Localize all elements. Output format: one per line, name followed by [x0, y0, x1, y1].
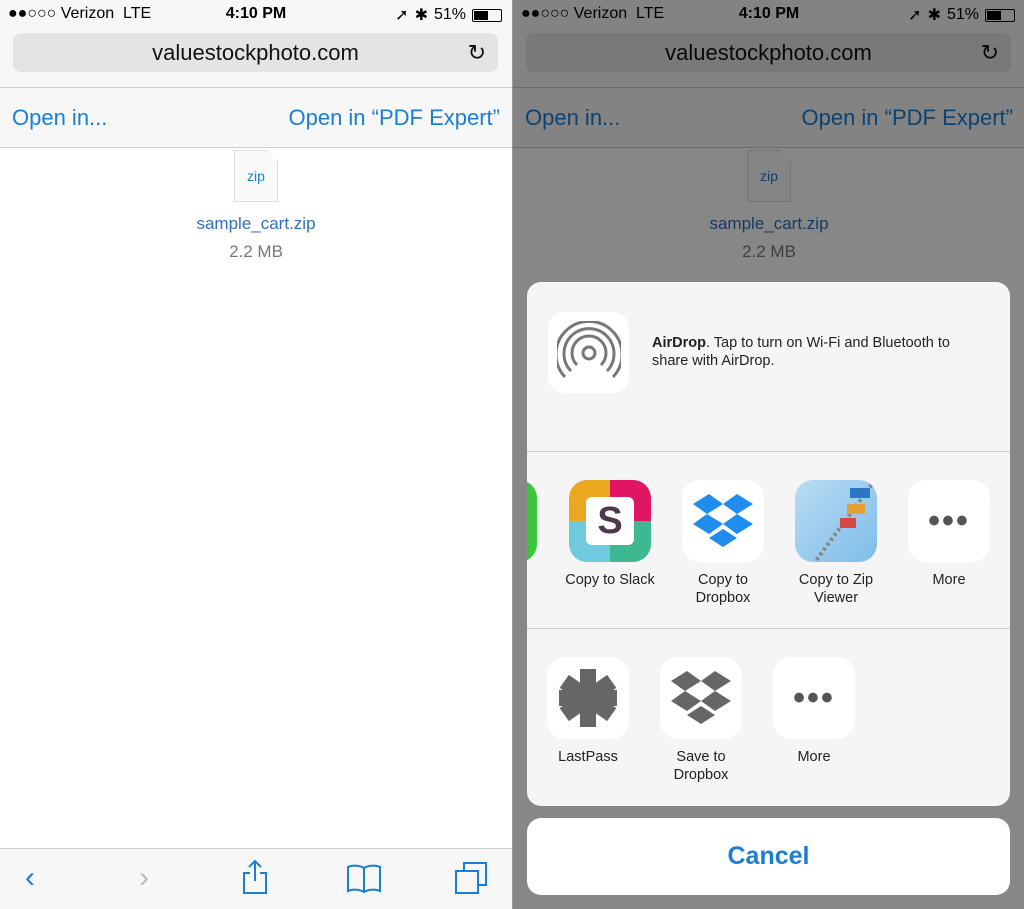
forward-icon[interactable]: ›: [126, 861, 162, 895]
battery-icon: [472, 8, 502, 22]
file-name: sample_cart.zip: [196, 214, 316, 233]
app-label: Copy to Zip Viewer: [798, 572, 874, 606]
file-preview: zip sample_cart.zip 2.2 MB: [0, 150, 512, 262]
airdrop-section[interactable]: AirDrop. Tap to turn on Wi-Fi and Blueto…: [527, 282, 1010, 452]
copy-to-slack[interactable]: S Copy to Slack: [560, 480, 660, 589]
airdrop-title: AirDrop: [652, 335, 706, 351]
partial-app-icon[interactable]: [527, 480, 537, 562]
share-sheet: AirDrop. Tap to turn on Wi-Fi and Blueto…: [527, 282, 1010, 806]
more-apps[interactable]: ••• More: [899, 480, 999, 589]
bluetooth-icon: ✱: [414, 7, 428, 24]
battery-percent: 51%: [433, 6, 466, 23]
zip-file-icon: zip: [234, 150, 278, 202]
location-icon: ➚: [395, 7, 409, 24]
action-row: LastPass Save to Dropbox ••• More: [527, 629, 1010, 806]
status-bar: ●●○○○ Verizon LTE 4:10 PM ➚ ✱ 51%: [0, 0, 512, 28]
slack-icon: S: [569, 480, 651, 562]
zip-viewer-icon: [795, 480, 877, 562]
app-label: More: [932, 572, 966, 588]
dropbox-gray-icon: [660, 657, 742, 739]
address-bar-area: ●●○○○ Verizon LTE 4:10 PM ➚ ✱ 51% valuesto…: [0, 0, 512, 88]
open-in-pdf-expert-button[interactable]: Open in “PDF Expert”: [288, 105, 500, 131]
reload-icon[interactable]: ↻: [468, 33, 486, 72]
open-in-button[interactable]: Open in...: [12, 105, 107, 131]
share-icon[interactable]: [237, 859, 273, 903]
copy-to-zip-viewer[interactable]: Copy to Zip Viewer: [786, 480, 886, 607]
lastpass-action[interactable]: LastPass: [538, 657, 638, 766]
lastpass-icon: [547, 657, 629, 739]
url-text: valuestockphoto.com: [152, 40, 359, 65]
tabs-icon[interactable]: [454, 861, 490, 903]
app-label: Copy to Dropbox: [695, 572, 751, 606]
share-sheet-screen: ●●○○○ Verizon LTE 4:10 PM ➚ ✱ 51% valuesto…: [513, 0, 1024, 909]
copy-to-dropbox[interactable]: Copy to Dropbox: [673, 480, 773, 607]
more-actions[interactable]: ••• More: [764, 657, 864, 766]
dropbox-icon: [682, 480, 764, 562]
airdrop-icon[interactable]: [548, 312, 629, 393]
open-in-bar: Open in... Open in “PDF Expert”: [0, 88, 512, 148]
safari-screen: ●●○○○ Verizon LTE 4:10 PM ➚ ✱ 51% valuesto…: [0, 0, 512, 909]
action-label: LastPass: [558, 749, 618, 765]
more-icon: •••: [773, 657, 855, 739]
bottom-toolbar: ‹ ›: [0, 848, 512, 909]
back-icon[interactable]: ‹: [12, 861, 48, 895]
app-row: S Copy to Slack Copy to Dropbox Copy to …: [527, 452, 1010, 629]
app-label: Copy to Slack: [565, 572, 655, 588]
save-to-dropbox-action[interactable]: Save to Dropbox: [651, 657, 751, 784]
more-icon: •••: [908, 480, 990, 562]
action-label: More: [797, 749, 831, 765]
status-right: ➚ ✱ 51%: [395, 5, 502, 25]
airdrop-description: AirDrop. Tap to turn on Wi-Fi and Blueto…: [652, 334, 990, 370]
action-label: Save to Dropbox: [673, 749, 729, 783]
file-size: 2.2 MB: [229, 242, 283, 261]
cancel-button[interactable]: Cancel: [527, 818, 1010, 895]
url-field[interactable]: valuestockphoto.com ↻: [13, 33, 498, 72]
bookmarks-icon[interactable]: [346, 863, 382, 901]
